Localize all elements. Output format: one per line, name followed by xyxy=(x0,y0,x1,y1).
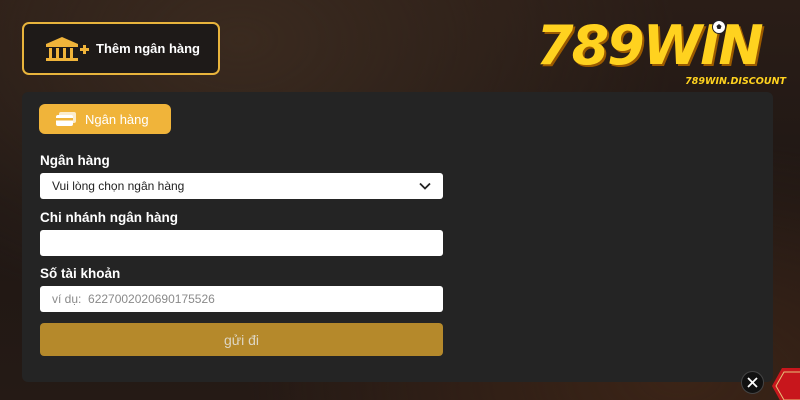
card-icon xyxy=(56,112,76,126)
branch-input[interactable] xyxy=(40,230,443,256)
bank-select[interactable]: Vui lòng chọn ngân hàng xyxy=(40,173,443,199)
corner-badge-icon[interactable] xyxy=(772,368,800,400)
account-number-input[interactable] xyxy=(40,286,443,312)
brand-domain: 789WIN.DISCOUNT xyxy=(685,76,786,87)
bank-select-value: Vui lòng chọn ngân hàng xyxy=(52,179,185,193)
soccer-ball-icon xyxy=(712,20,726,34)
bank-form-panel: Ngân hàng Ngân hàng Vui lòng chọn ngân h… xyxy=(22,92,773,382)
close-icon xyxy=(747,377,758,388)
branch-field-label: Chi nhánh ngân hàng xyxy=(40,210,178,225)
submit-button[interactable]: gửi đi xyxy=(40,323,443,356)
brand-name: 789WIN xyxy=(536,14,764,77)
account-field-label: Số tài khoản xyxy=(40,266,121,281)
tab-bank-label: Ngân hàng xyxy=(85,111,149,127)
add-bank-label: Thêm ngân hàng xyxy=(96,41,200,56)
brand-logo: 789WIN 789WIN.DISCOUNT xyxy=(536,16,786,94)
close-button[interactable] xyxy=(741,371,764,394)
add-bank-button[interactable]: Thêm ngân hàng xyxy=(22,22,220,75)
tab-bank[interactable]: Ngân hàng xyxy=(39,104,171,134)
chevron-down-icon xyxy=(419,182,431,190)
bank-field-label: Ngân hàng xyxy=(40,153,110,168)
bank-add-icon xyxy=(46,36,89,61)
